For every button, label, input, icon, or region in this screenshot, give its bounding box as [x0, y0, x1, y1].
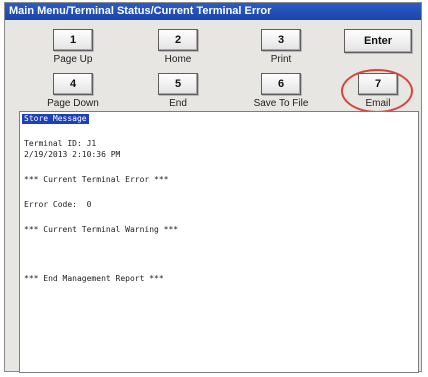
terminal-error-window: Main Menu/Terminal Status/Current Termin…: [4, 2, 422, 373]
report-header: Store Message: [22, 114, 89, 124]
save-to-file-label: Save To File: [253, 98, 309, 109]
print-button[interactable]: 3: [261, 29, 301, 51]
report-text-area[interactable]: Store Message Terminal ID: J1 2/19/2013 …: [19, 111, 419, 373]
end-button[interactable]: 5: [158, 73, 198, 95]
window-title: Main Menu/Terminal Status/Current Termin…: [5, 3, 421, 20]
report-line-terminal-id: Terminal ID: J1: [24, 139, 97, 148]
page-up-button[interactable]: 1: [53, 29, 93, 51]
page-down-button[interactable]: 4: [53, 73, 93, 95]
page-down-label: Page Down: [47, 98, 99, 109]
page-up-label: Page Up: [53, 54, 93, 65]
report-line-end-report: *** End Management Report ***: [24, 274, 164, 283]
save-to-file-button[interactable]: 6: [261, 73, 301, 95]
end-label: End: [169, 98, 187, 109]
report-line-current-warning: *** Current Terminal Warning ***: [24, 225, 179, 234]
report-line-timestamp: 2/19/2013 2:10:36 PM: [24, 150, 121, 159]
print-label: Print: [270, 54, 292, 65]
enter-button[interactable]: Enter: [344, 29, 412, 53]
email-label: Email: [365, 98, 391, 109]
report-line-error-code: Error Code: 0: [24, 200, 92, 209]
report-line-current-error: *** Current Terminal Error ***: [24, 175, 169, 184]
home-label: Home: [164, 54, 192, 65]
home-button[interactable]: 2: [158, 29, 198, 51]
email-button[interactable]: 7: [358, 73, 398, 95]
